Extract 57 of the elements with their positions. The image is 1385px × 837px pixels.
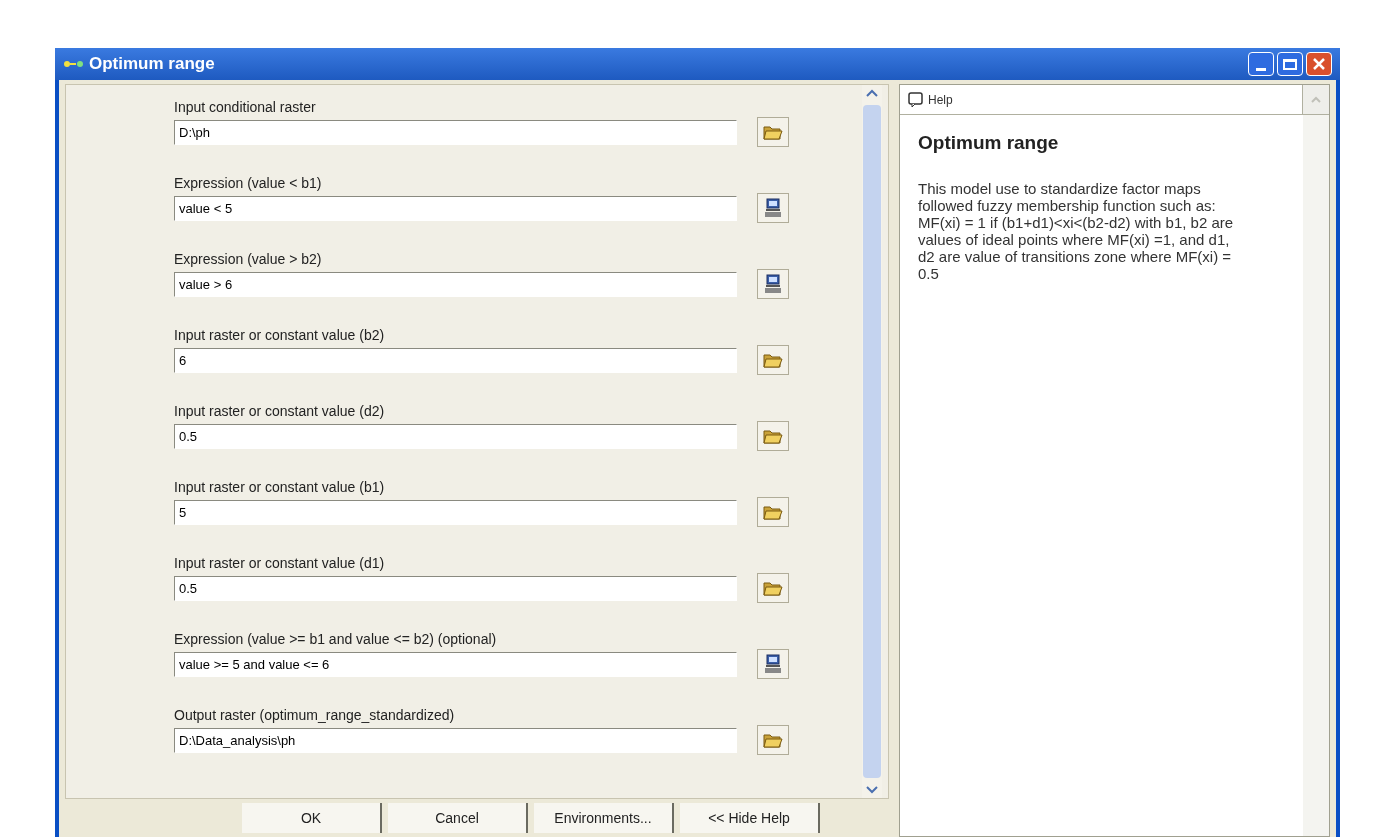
sql-button[interactable] <box>757 193 789 223</box>
parameter-label: Expression (value > b2) <box>174 250 323 269</box>
scroll-up-icon <box>1311 96 1321 103</box>
sql-button[interactable] <box>757 649 789 679</box>
minimize-button[interactable] <box>1248 52 1274 76</box>
sql-icon <box>763 198 783 218</box>
input-field[interactable]: value >= 5 and value <= 6 <box>174 651 737 677</box>
scrollbar[interactable] <box>862 85 882 798</box>
parameter-label: Input raster or constant value (d2) <box>174 402 386 421</box>
browse-button[interactable] <box>757 725 789 755</box>
folder-icon <box>763 504 783 520</box>
scrollbar-thumb[interactable] <box>863 105 881 778</box>
model-icon <box>63 58 85 70</box>
input-field[interactable]: 0.5 <box>174 575 737 601</box>
sql-icon <box>763 274 783 294</box>
dialog-button[interactable]: << Hide Help <box>680 803 820 833</box>
sql-icon <box>763 654 783 674</box>
dialog-button[interactable]: Environments... <box>534 803 674 833</box>
folder-icon <box>763 732 783 748</box>
close-icon <box>1312 57 1326 71</box>
help-tab[interactable]: Help <box>908 90 953 109</box>
folder-icon <box>763 352 783 368</box>
folder-icon <box>763 428 783 444</box>
browse-button[interactable] <box>757 573 789 603</box>
window-title: Optimum range <box>89 53 215 76</box>
parameter-label: Input conditional raster <box>174 98 317 117</box>
scrollbar[interactable] <box>1303 115 1329 836</box>
parameter-label: Input raster or constant value (d1) <box>174 554 386 573</box>
input-field[interactable]: 0.5 <box>174 423 737 449</box>
help-title: Optimum range <box>918 131 1060 155</box>
scroll-down-icon <box>866 786 878 794</box>
input-field[interactable]: D:\Data_analysis\ph <box>174 727 737 753</box>
input-field[interactable]: D:\ph <box>174 119 737 145</box>
parameter-label: Input raster or constant value (b1) <box>174 478 386 497</box>
dialog-button[interactable]: Cancel <box>388 803 528 833</box>
parameter-label: Expression (value < b1) <box>174 174 323 193</box>
scroll-up-icon <box>866 89 878 97</box>
folder-icon <box>763 580 783 596</box>
scroll-up-button[interactable] <box>1303 85 1329 115</box>
parameter-label: Output raster (optimum_range_standardized) <box>174 706 456 725</box>
input-field[interactable]: 6 <box>174 347 737 373</box>
folder-icon <box>763 124 783 140</box>
browse-button[interactable] <box>757 117 789 147</box>
help-icon <box>908 91 924 108</box>
help-text: This model use to standardize factor maps followed fuzzy membership function such as: MF(xi) = 1 if (b1+d1)<xi<(b2-d2) with b1, b2 are values of ideal points where MF(xi) =1, and d1, d2 are value of transitions zone where MF(xi) = 0.5 <box>918 179 1235 282</box>
browse-button[interactable] <box>757 497 789 527</box>
browse-button[interactable] <box>757 345 789 375</box>
input-field[interactable]: 5 <box>174 499 737 525</box>
close-button[interactable] <box>1306 52 1332 76</box>
input-field[interactable]: value < 5 <box>174 195 737 221</box>
sql-button[interactable] <box>757 269 789 299</box>
parameter-label: Input raster or constant value (b2) <box>174 326 386 345</box>
browse-button[interactable] <box>757 421 789 451</box>
input-field[interactable]: value > 6 <box>174 271 737 297</box>
dialog-button[interactable]: OK <box>242 803 382 833</box>
parameter-label: Expression (value >= b1 and value <= b2) (optional) <box>174 630 498 649</box>
maximize-button[interactable] <box>1277 52 1303 76</box>
